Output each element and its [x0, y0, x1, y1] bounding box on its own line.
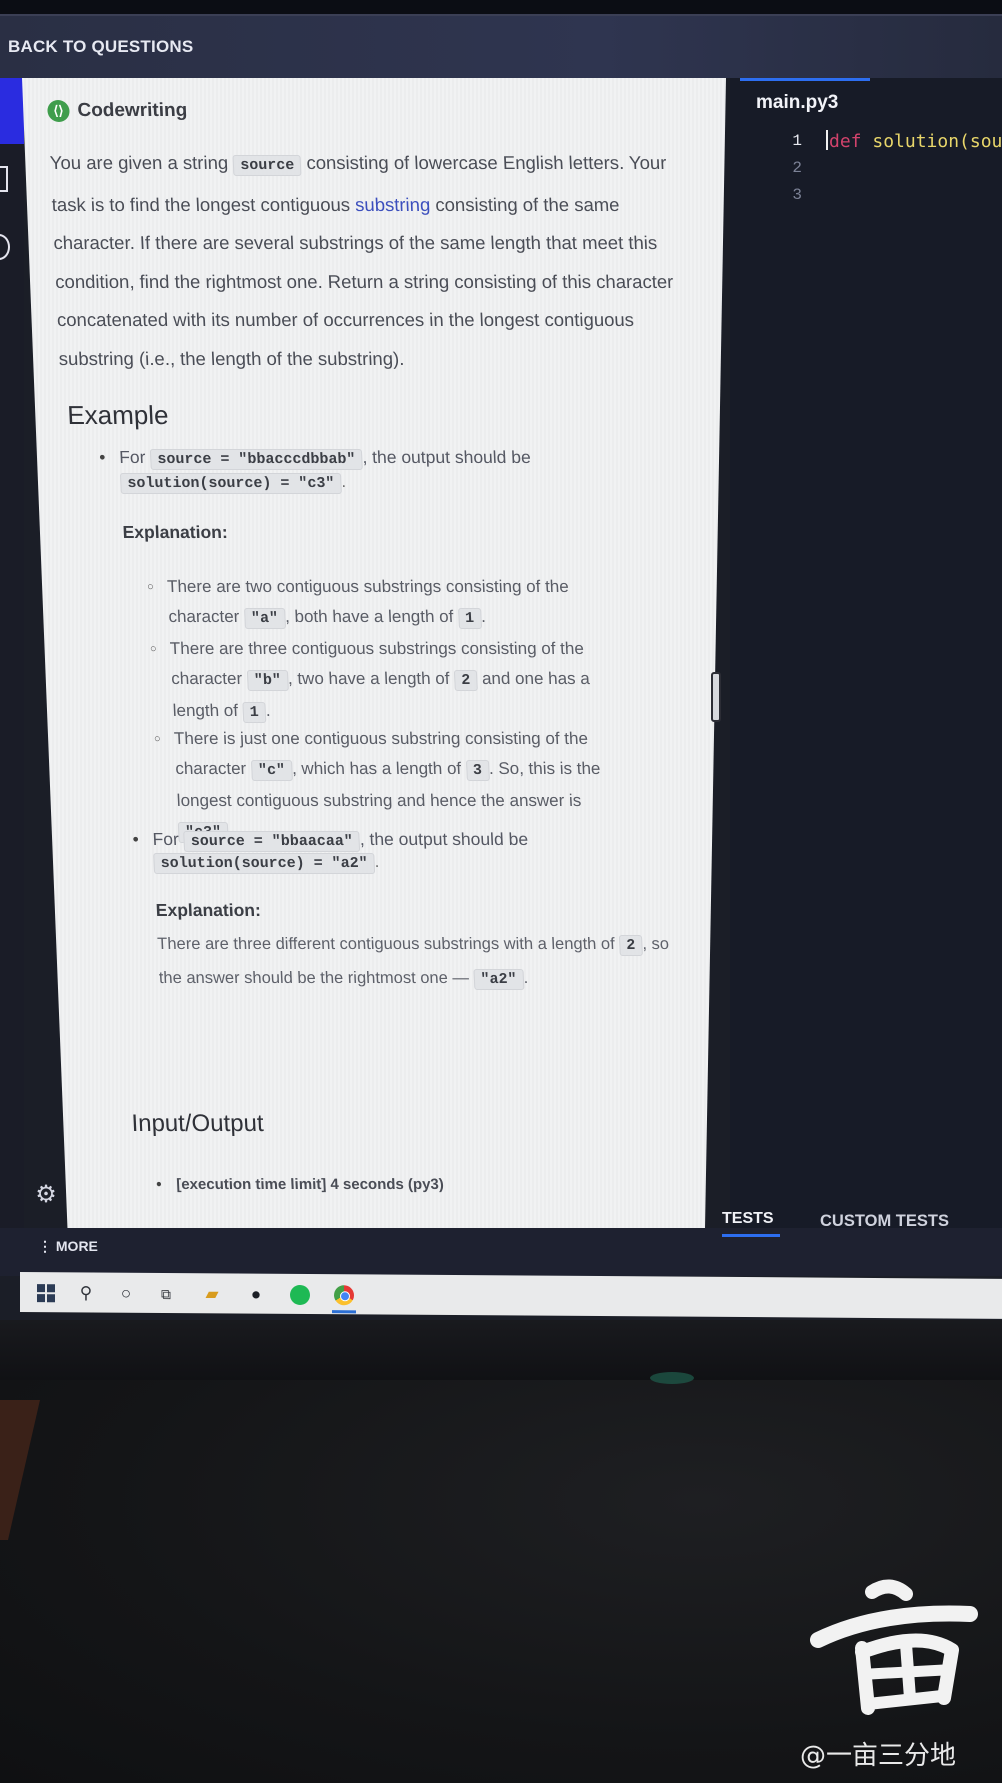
more-label: MORE	[55, 1238, 98, 1254]
inline-code: 2	[618, 935, 643, 956]
bottom-toolbar	[0, 1228, 1002, 1276]
code-line-1[interactable]: def solution(sour	[826, 130, 1002, 152]
tab-tests[interactable]: TESTS	[722, 1210, 774, 1228]
description-panel: ⟨⟩ Codewriting You are given a string so…	[22, 78, 726, 1235]
description-content: ⟨⟩ Codewriting You are given a string so…	[22, 78, 726, 1235]
example-2-input: source = "bbaacaa"	[183, 831, 361, 852]
tab-custom-tests[interactable]: CUSTOM TESTS	[820, 1212, 949, 1231]
example-text: For	[152, 829, 180, 849]
substring-link[interactable]: substring	[355, 194, 431, 215]
task-description: You are given a string source consisting…	[49, 144, 712, 378]
windows-taskbar: ⚲ ○ ⧉ ▰ ●	[20, 1272, 1002, 1319]
search-icon[interactable]: ⚲	[76, 1283, 96, 1303]
code-text: solution(sour	[861, 131, 1002, 152]
inline-code: 1	[457, 608, 482, 629]
explanation-text: .	[523, 969, 529, 987]
example-2-explanation: There are three different contiguous sub…	[157, 928, 680, 996]
task-type-header: ⟨⟩ Codewriting	[46, 100, 188, 122]
rail-document-icon[interactable]	[0, 166, 8, 192]
inline-code: "b"	[246, 670, 289, 691]
example-1-point-2: There are three contiguous substrings co…	[169, 634, 633, 728]
tests-tab-indicator	[722, 1234, 780, 1237]
editor-file-tab[interactable]: main.py3	[756, 92, 838, 114]
example-text: , the output should be	[361, 447, 532, 467]
line-number: 2	[792, 159, 802, 177]
more-button[interactable]: ⋮ MORE	[38, 1238, 98, 1255]
chrome-icon[interactable]	[334, 1285, 354, 1306]
example-1-point-1: There are two contiguous substrings cons…	[166, 572, 639, 634]
watermark-text: @一亩三分地	[800, 1741, 957, 1771]
desk-reflection	[650, 1372, 694, 1384]
cortana-icon[interactable]: ○	[116, 1284, 136, 1304]
point-text: , two have a length of	[287, 669, 455, 688]
example-text: , the output should be	[359, 829, 529, 849]
spotify-icon[interactable]	[290, 1284, 310, 1306]
monitor-screen: BACK TO QUESTIONS ⟨⟩ Codewriting You are…	[0, 0, 1002, 1320]
inline-code: "a2"	[473, 969, 525, 990]
example-2-output: solution(source) = "a2"	[153, 853, 376, 874]
point-text: , both have a length of	[284, 607, 459, 626]
inline-code: source	[232, 155, 302, 176]
rail-active-item[interactable]	[0, 78, 24, 144]
code-keyword: def	[829, 131, 862, 152]
task-view-icon[interactable]: ⧉	[156, 1284, 176, 1304]
code-editor[interactable]: main.py3 1 2 3 def solution(sour	[730, 78, 1002, 1228]
point-text: .	[265, 701, 271, 720]
example-1-explanation-label: Explanation:	[122, 522, 229, 542]
codewriting-icon: ⟨⟩	[46, 100, 70, 122]
description-text: You are given a string	[49, 152, 234, 173]
monitor-bezel	[0, 1320, 1002, 1380]
input-output-heading: Input/Output	[130, 1110, 265, 1137]
panel-resize-handle[interactable]	[711, 672, 721, 722]
inline-code: 2	[453, 670, 478, 691]
settings-gear-icon[interactable]: ⚙	[33, 1182, 59, 1208]
point-text: , which has a length of	[291, 759, 467, 778]
io-item: [execution time limit] 4 seconds (py3)	[176, 1170, 445, 1200]
example-2-explanation-label: Explanation:	[155, 900, 262, 920]
active-app-indicator	[332, 1310, 356, 1314]
line-number: 3	[792, 186, 802, 204]
file-explorer-icon[interactable]: ▰	[202, 1284, 222, 1304]
task-type-label: Codewriting	[76, 100, 188, 121]
inline-code: "a"	[243, 608, 286, 629]
example-text: For	[118, 447, 146, 467]
example-1-output-line: solution(source) = "c3".	[119, 473, 346, 494]
text-cursor	[826, 130, 828, 150]
example-2-output-line: solution(source) = "a2".	[153, 853, 380, 874]
header-bar: BACK TO QUESTIONS	[0, 16, 1002, 78]
inline-code: "c"	[250, 760, 293, 781]
watermark-seal-logo	[810, 1579, 978, 1715]
explanation-text: There are three different contiguous sub…	[156, 935, 620, 953]
example-1-output: solution(source) = "c3"	[119, 473, 342, 494]
description-text: consisting of the same character. If the…	[52, 193, 674, 369]
inline-code: 1	[242, 702, 267, 723]
example-heading: Example	[66, 400, 170, 430]
windows-start-icon[interactable]	[36, 1283, 56, 1303]
alienware-icon[interactable]: ●	[246, 1285, 266, 1305]
example-1-input: source = "bbacccdbbab"	[149, 449, 363, 470]
back-to-questions-link[interactable]: BACK TO QUESTIONS	[8, 37, 193, 57]
editor-tab-indicator	[740, 78, 870, 81]
point-text: .	[480, 607, 487, 626]
example-1: For source = "bbacccdbbab", the output s…	[119, 442, 680, 475]
inline-code: 3	[465, 760, 490, 781]
line-number: 1	[792, 132, 802, 150]
browser-top-strip	[0, 0, 1002, 16]
